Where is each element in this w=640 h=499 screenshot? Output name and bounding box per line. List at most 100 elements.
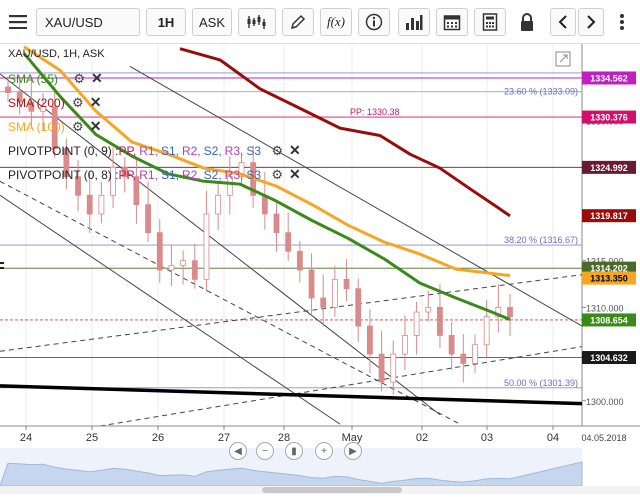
timeframe-label: 1H: [157, 14, 175, 30]
price-axis[interactable]: [582, 44, 640, 426]
lock-button[interactable]: [512, 8, 542, 36]
pivot-item-label: PP,: [118, 168, 137, 182]
candle-body: [156, 232, 163, 271]
legend-pivot-1[interactable]: PIVOTPOINT (0, 9) : PP, R1, S1, R2, S2, R3, S3…: [8, 142, 301, 159]
candle-body: [460, 353, 467, 364]
candle-body: [367, 325, 373, 355]
candle-body: [203, 213, 210, 280]
lock-icon: [521, 13, 533, 31]
candle-body: [425, 306, 432, 313]
scrollbar-thumb[interactable]: [262, 487, 402, 493]
legend-sma55[interactable]: SMA (55) ⚙ ✕: [8, 70, 103, 87]
hamburger-icon: [9, 15, 27, 29]
bar-chart-icon: [406, 15, 423, 30]
scroll-left-button[interactable]: [550, 8, 576, 36]
fit-icon: ▮: [291, 445, 297, 457]
candle-body: [483, 316, 490, 346]
price-type-button[interactable]: ASK: [192, 8, 232, 36]
info-button[interactable]: [358, 8, 390, 36]
reset-zoom-button[interactable]: ▮: [285, 442, 303, 460]
candle-body: [402, 335, 408, 355]
timeframe-button[interactable]: 1H: [146, 8, 186, 36]
candle-body: [168, 264, 175, 271]
menu-button[interactable]: [4, 8, 32, 36]
close-icon[interactable]: ✕: [289, 142, 301, 159]
sma200-label: SMA (200): [8, 96, 65, 110]
close-icon[interactable]: ✕: [289, 166, 301, 183]
candle-body: [472, 344, 478, 364]
candle-body: [145, 204, 151, 234]
calculator-button[interactable]: [474, 8, 506, 36]
fx-icon: f(x): [326, 14, 346, 29]
x-tick-label: 25: [86, 432, 98, 444]
x-tick-label: 27: [218, 432, 230, 444]
indicator-button[interactable]: f(x): [320, 8, 352, 36]
candle-body: [507, 306, 513, 318]
info-icon: [365, 13, 383, 31]
legend-pivot-2[interactable]: PIVOTPOINT (0, 8) : PP, R1, S1, R2, S2, R3, S3…: [8, 166, 301, 183]
pivot-item-label: S1,: [160, 168, 179, 182]
legend-sma100[interactable]: SMA (100) ⚙ ✕: [8, 118, 101, 135]
candle-body: [273, 213, 280, 234]
pivot2-items: PP, R1, S1, R2, S2, R3, S3: [118, 168, 264, 182]
pivot-item-label: S3: [246, 144, 262, 158]
zoom-out-icon: −: [262, 445, 268, 457]
gear-icon[interactable]: ⚙: [72, 119, 84, 135]
pivot2-label: PIVOTPOINT (0, 8) :: [8, 168, 119, 182]
scroll-back-button[interactable]: ◀: [229, 442, 247, 460]
gear-icon[interactable]: ⚙: [271, 167, 283, 183]
calendar-button[interactable]: [436, 8, 468, 36]
close-icon[interactable]: ✕: [91, 70, 103, 87]
more-options-button[interactable]: [608, 8, 636, 36]
candle-body: [180, 260, 187, 266]
chevron-left-icon: [558, 15, 567, 29]
pivot-item-label: R2,: [181, 144, 201, 158]
gear-icon[interactable]: ⚙: [72, 95, 84, 111]
calculator-icon: [482, 13, 498, 31]
more-vertical-icon: [620, 14, 624, 30]
scroll-forward-button[interactable]: ▶: [344, 442, 362, 460]
candle-body: [355, 288, 362, 327]
x-tick-label: 24: [20, 432, 32, 444]
price-tag-label: 1324.992: [590, 163, 628, 173]
pencil-icon: [290, 14, 306, 30]
symbol-selector[interactable]: XAU/USD: [36, 8, 140, 36]
x-tick-label: 02: [416, 432, 428, 444]
chart-title: XAU/USD, 1H, ASK: [8, 48, 105, 60]
x-tick-label: 26: [152, 432, 164, 444]
scroll-right-button[interactable]: [578, 8, 604, 36]
chevron-left-icon: ◀: [234, 445, 242, 457]
gear-icon[interactable]: ⚙: [73, 71, 85, 87]
candle-body: [98, 194, 105, 215]
legend-sma200[interactable]: SMA (200) ⚙ ✕: [8, 94, 101, 111]
price-chart[interactable]: 23.60 % (1333.09) PP: 1330.38 38.20 % (131…: [0, 44, 640, 494]
candlestick-icon: [247, 15, 266, 29]
candle-body: [215, 194, 222, 215]
close-icon[interactable]: ✕: [90, 94, 102, 111]
pivot-item-label: R3,: [224, 144, 244, 158]
draw-tool-button[interactable]: [282, 8, 314, 36]
y-tick-label: 1310.000: [586, 303, 624, 313]
gear-icon[interactable]: ⚙: [271, 143, 283, 159]
zoom-out-button[interactable]: −: [256, 442, 274, 460]
x-tick-label: 28: [278, 432, 290, 444]
chart-area[interactable]: 23.60 % (1333.09) PP: 1330.38 38.20 % (131…: [0, 44, 640, 494]
price-tag-label: 1334.562: [590, 73, 628, 83]
chart-type-button[interactable]: [238, 8, 276, 36]
sma55-label: SMA (55): [8, 72, 59, 86]
zoom-in-button[interactable]: +: [315, 442, 333, 460]
close-icon[interactable]: ✕: [90, 118, 102, 135]
volume-button[interactable]: [398, 8, 430, 36]
candle-body: [437, 306, 443, 336]
pivot-item-label: R3,: [224, 168, 244, 182]
pivot-item-label: S2,: [203, 144, 222, 158]
pivot1-label: PIVOTPOINT (0, 9) :: [8, 144, 119, 158]
annotation-fib23: 23.60 % (1333.09): [504, 87, 578, 97]
price-tag-label: 1304.632: [590, 353, 628, 363]
candle-body: [378, 353, 385, 383]
pivot-item-label: R1,: [139, 168, 158, 182]
candle-body: [285, 232, 292, 252]
candle-body: [308, 269, 315, 299]
price-type-label: ASK: [198, 14, 225, 30]
candle-body: [320, 297, 327, 308]
